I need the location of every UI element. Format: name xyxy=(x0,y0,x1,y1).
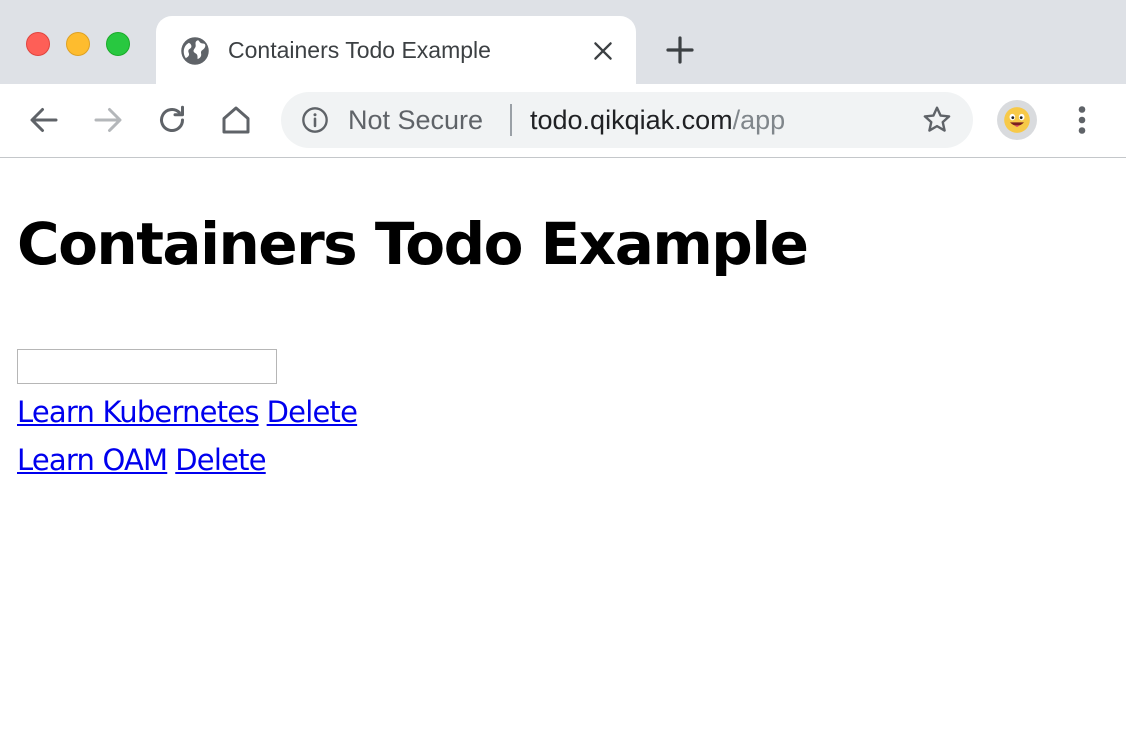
new-todo-input[interactable] xyxy=(17,349,277,384)
url-path: /app xyxy=(732,105,786,135)
kebab-menu-icon[interactable] xyxy=(1070,102,1094,138)
close-icon[interactable] xyxy=(590,38,616,64)
plus-icon[interactable] xyxy=(664,34,696,66)
profile-avatar[interactable] xyxy=(997,100,1037,140)
address-bar[interactable]: Not Secure todo.qikqiak.com/app xyxy=(281,92,973,148)
reload-icon[interactable] xyxy=(154,102,190,138)
page-title: Containers Todo Example xyxy=(17,210,809,278)
forward-arrow-icon[interactable] xyxy=(90,102,126,138)
active-tab[interactable]: Containers Todo Example xyxy=(156,16,636,84)
page-content: Containers Todo Example Learn Kubernetes… xyxy=(0,158,1126,750)
home-icon[interactable] xyxy=(218,102,254,138)
close-window-button[interactable] xyxy=(26,32,50,56)
tab-title: Containers Todo Example xyxy=(228,37,491,63)
todo-link[interactable]: Learn Kubernetes xyxy=(17,395,259,429)
todo-item: Learn OAM Delete xyxy=(17,440,267,480)
avatar-emoji-icon xyxy=(1004,107,1030,133)
security-label[interactable]: Not Secure xyxy=(348,105,483,135)
url-text[interactable]: todo.qikqiak.com/app xyxy=(530,105,785,135)
todo-item: Learn Kubernetes Delete xyxy=(17,392,358,432)
info-icon[interactable] xyxy=(301,106,329,134)
star-icon[interactable] xyxy=(921,104,953,136)
url-host: todo.qikqiak.com xyxy=(530,105,733,135)
todo-link[interactable]: Learn OAM xyxy=(17,443,168,477)
omnibox-divider xyxy=(510,104,512,136)
globe-icon xyxy=(181,37,209,65)
browser-window: Containers Todo Example Not Secure todo.… xyxy=(0,0,1126,750)
tab-strip: Containers Todo Example xyxy=(0,0,1126,84)
delete-link[interactable]: Delete xyxy=(267,395,358,429)
delete-link[interactable]: Delete xyxy=(175,443,266,477)
zoom-window-button[interactable] xyxy=(106,32,130,56)
back-arrow-icon[interactable] xyxy=(26,102,62,138)
minimize-window-button[interactable] xyxy=(66,32,90,56)
toolbar: Not Secure todo.qikqiak.com/app xyxy=(0,84,1126,158)
